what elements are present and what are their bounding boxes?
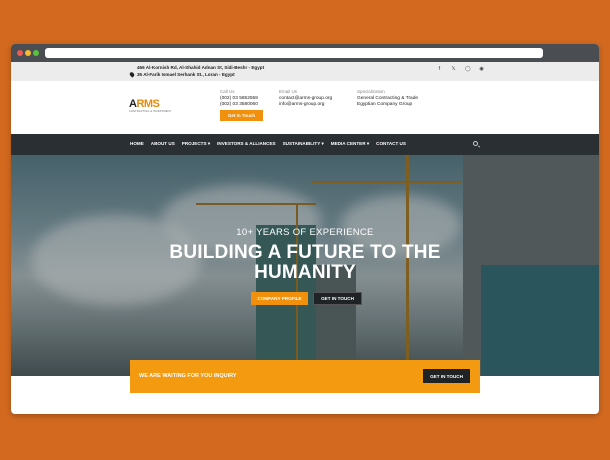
browser-toolbar: [11, 44, 599, 62]
address-line-2-text: 35 Al-Farik Ismael Serhank St., Loran - …: [137, 72, 235, 77]
phone-2[interactable]: (002) 03 3580060: [220, 102, 258, 108]
logo-wordmark: ARMS: [129, 99, 165, 110]
inquiry-banner: WE ARE WAITING FOR YOU INQUIRY GET IN TO…: [130, 360, 480, 393]
address-bar[interactable]: [45, 48, 543, 58]
specialization-line-2: Egyptian Company Group: [357, 102, 413, 107]
browser-window: 466 Al-Kornish Rd, Al-Shahid Adnan St, S…: [11, 44, 599, 414]
get-in-touch-header-button[interactable]: Get In Touch: [220, 110, 263, 121]
minimize-window-icon[interactable]: [25, 50, 31, 56]
nav-item-media-center[interactable]: MEDIA CENTER ▾: [331, 141, 369, 147]
site-header: ARMS CONTRACTING & INVESTMENT Call Us (0…: [11, 81, 599, 134]
nav-item-projects[interactable]: PROJECTS ▾: [182, 141, 210, 147]
address-line-1: 466 Al-Kornish Rd, Al-Shahid Adnan St, S…: [137, 65, 265, 70]
contact-topbar: 466 Al-Kornish Rd, Al-Shahid Adnan St, S…: [11, 62, 599, 81]
search-icon[interactable]: [473, 141, 478, 146]
nav-item-investors[interactable]: INVESTORS & ALLIANCES: [217, 141, 275, 147]
social-links: f 𝕏 ◯ ◉: [437, 66, 484, 72]
maximize-window-icon[interactable]: [33, 50, 39, 56]
hero-headline-line-2: HUMANITY: [254, 262, 356, 283]
company-profile-button[interactable]: COMPANY PROFILE: [251, 292, 308, 305]
github-icon[interactable]: ◉: [479, 66, 484, 72]
inquiry-get-in-touch-button[interactable]: GET IN TOUCH: [423, 369, 470, 383]
nav-item-contact-us[interactable]: CONTACT US: [376, 141, 406, 147]
inquiry-text: WE ARE WAITING FOR YOU INQUIRY: [139, 373, 237, 379]
location-pin-icon: [128, 71, 136, 78]
hero-banner: 10+ YEARS OF EXPERIENCE BUILDING A FUTUR…: [11, 155, 599, 376]
call-us-label: Call Us: [220, 89, 235, 94]
logo-letters-rms: RMS: [136, 98, 160, 110]
call-us-block: Call Us (002) 03 5852558 (002) 03 358006…: [220, 89, 258, 108]
email-2[interactable]: info@arms-group.org: [279, 102, 332, 108]
nav-item-about-us[interactable]: ABOUT US: [151, 141, 175, 147]
logo-tagline: CONTRACTING & INVESTMENT: [129, 110, 172, 113]
email-us-block: Email Us contact@arms-group.org info@arm…: [279, 89, 332, 108]
hero-get-in-touch-button[interactable]: GET IN TOUCH: [313, 292, 362, 305]
instagram-icon[interactable]: ◯: [465, 66, 471, 72]
nav-item-sustainability[interactable]: SUSTAINABILITY ▾: [283, 141, 324, 147]
specialization-label: Specialization: [357, 89, 385, 94]
main-nav: HOME ABOUT US PROJECTS ▾ INVESTORS & ALL…: [11, 134, 599, 155]
arms-logo[interactable]: ARMS CONTRACTING & INVESTMENT: [129, 99, 172, 115]
hero-headline: BUILDING A FUTURE TO THE HUMANITY: [11, 243, 599, 283]
specialization-block: Specialization General Contracting & Tra…: [357, 89, 418, 108]
twitter-icon[interactable]: 𝕏: [451, 66, 456, 72]
hero-experience-text: 10+ YEARS OF EXPERIENCE: [236, 227, 374, 238]
email-us-label: Email Us: [279, 89, 298, 94]
close-window-icon[interactable]: [17, 50, 23, 56]
facebook-icon[interactable]: f: [437, 66, 442, 72]
nav-item-home[interactable]: HOME: [130, 141, 144, 147]
hero-headline-line-1: BUILDING A FUTURE TO THE: [169, 242, 441, 263]
address-line-2: 35 Al-Farik Ismael Serhank St., Loran - …: [128, 71, 235, 78]
